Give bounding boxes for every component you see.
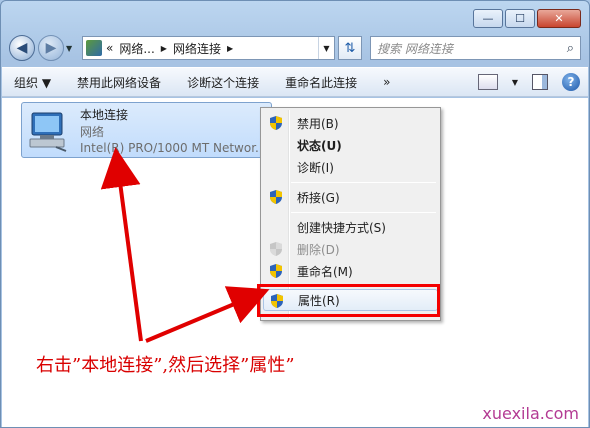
search-placeholder: 搜索 网络连接 — [377, 41, 453, 56]
menu-item-label: 状态(U) — [297, 138, 342, 153]
menu-item-delete: 删除(D) — [263, 238, 438, 260]
help-icon[interactable]: ? — [562, 73, 580, 91]
forward-button[interactable]: ▶ — [38, 35, 64, 61]
change-view-icon[interactable] — [477, 74, 498, 90]
refresh-button[interactable]: ⇅ — [338, 36, 362, 60]
network-adapter-icon — [29, 112, 67, 152]
maximize-button[interactable]: ☐ — [505, 9, 535, 28]
close-button[interactable]: ✕ — [537, 9, 581, 28]
navigation-bar: ◀ ▶ ▼ « 网络... ▶ 网络连接 ▶ ▼ ⇅ 搜索 网络连接 ⌕ — [9, 33, 581, 63]
breadcrumb-network-connections[interactable]: 网络连接 — [173, 40, 221, 57]
menu-item-create-shortcut[interactable]: 创建快捷方式(S) — [263, 216, 438, 238]
shield-icon — [270, 190, 282, 204]
search-box[interactable]: 搜索 网络连接 ⌕ — [370, 36, 581, 60]
caption-buttons: — ☐ ✕ — [473, 9, 581, 28]
diagnose-connection-button[interactable]: 诊断这个连接 — [187, 74, 259, 91]
view-dropdown-icon[interactable]: ▼ — [512, 78, 518, 87]
breadcrumb-overflow[interactable]: « — [106, 41, 113, 55]
shield-icon — [270, 242, 282, 256]
command-bar-right: ▼ ? — [477, 73, 580, 91]
menu-separator — [291, 182, 436, 183]
rename-connection-button[interactable]: 重命名此连接 — [285, 74, 357, 91]
back-button[interactable]: ◀ — [9, 35, 35, 61]
menu-item-label: 重命名(M) — [297, 264, 353, 279]
menu-item-bridge[interactable]: 桥接(G) — [263, 186, 438, 208]
explorer-window: — ☐ ✕ ◀ ▶ ▼ « 网络... ▶ 网络连接 ▶ ▼ ⇅ 搜索 网络连接… — [0, 0, 590, 428]
breadcrumb-chevron-icon[interactable]: ▶ — [161, 44, 167, 53]
menu-separator — [291, 212, 436, 213]
menu-item-disable[interactable]: 禁用(B) — [263, 112, 438, 134]
shield-icon — [270, 264, 282, 278]
menu-item-diagnose[interactable]: 诊断(I) — [263, 156, 438, 178]
connection-name: 本地连接 — [80, 108, 129, 122]
menu-item-status[interactable]: 状态(U) — [263, 134, 438, 156]
address-dropdown-icon[interactable]: ▼ — [318, 37, 334, 59]
search-icon[interactable]: ⌕ — [567, 41, 574, 56]
menu-item-label: 诊断(I) — [297, 160, 334, 175]
minimize-button[interactable]: — — [473, 9, 503, 28]
disable-device-button[interactable]: 禁用此网络设备 — [77, 74, 161, 91]
menu-item-rename[interactable]: 重命名(M) — [263, 260, 438, 282]
breadcrumb-network[interactable]: 网络... — [119, 40, 154, 57]
more-commands-button[interactable]: » — [383, 75, 390, 89]
shield-icon — [270, 116, 282, 130]
local-connection-item[interactable]: 本地连接 网络 Intel(R) PRO/1000 MT Networ... — [21, 102, 272, 158]
menu-item-label: 创建快捷方式(S) — [297, 220, 386, 235]
menu-item-label: 删除(D) — [297, 242, 340, 257]
breadcrumb-chevron-icon[interactable]: ▶ — [227, 44, 233, 53]
command-bar: 组织 ▼ 禁用此网络设备 诊断这个连接 重命名此连接 » ▼ ? — [2, 67, 588, 97]
recent-pages-dropdown-icon[interactable]: ▼ — [66, 44, 78, 53]
network-folder-icon — [86, 40, 102, 56]
instruction-annotation: 右击”本地连接”,然后选择”属性” — [36, 355, 295, 376]
preview-pane-icon[interactable] — [532, 74, 548, 90]
organize-menu[interactable]: 组织 ▼ — [14, 74, 51, 91]
menu-item-label: 禁用(B) — [297, 116, 339, 131]
highlight-box — [257, 284, 440, 317]
watermark: xuexila.com — [482, 404, 579, 423]
connection-status: 网络 — [80, 125, 105, 139]
menu-item-label: 桥接(G) — [297, 190, 340, 205]
address-bar[interactable]: « 网络... ▶ 网络连接 ▶ ▼ — [82, 36, 335, 60]
connection-adapter: Intel(R) PRO/1000 MT Networ... — [80, 141, 267, 155]
